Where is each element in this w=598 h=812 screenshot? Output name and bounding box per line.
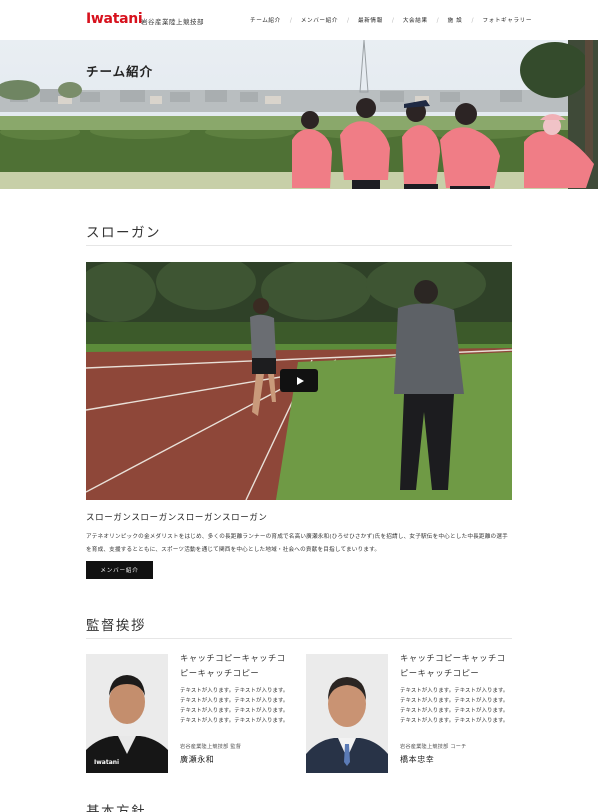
slogan-heading: スローガン: [86, 225, 161, 241]
coach-photo: [306, 654, 388, 773]
nav-separator: /: [471, 16, 474, 24]
section-divider: [86, 245, 512, 246]
section-divider: [86, 638, 512, 639]
nav-gallery[interactable]: フォトギャラリー: [482, 16, 532, 24]
nav-separator: /: [391, 16, 394, 24]
head-coach-photo: Iwatani: [86, 654, 168, 773]
hero-banner: チーム紹介: [0, 40, 598, 189]
coach-name: 橋本忠幸: [400, 755, 435, 764]
greeting-heading: 監督挨拶: [86, 618, 146, 634]
svg-text:Iwatani: Iwatani: [94, 759, 119, 766]
nav-separator: /: [347, 16, 350, 24]
head-coach-name: 廣瀬永和: [180, 755, 215, 764]
nav-members[interactable]: メンバー紹介: [301, 16, 338, 24]
nav-news[interactable]: 最新情報: [358, 16, 383, 24]
video-play-button[interactable]: [280, 369, 318, 392]
head-coach-text: テキストが入ります。テキストが入ります。テキストが入ります。テキストが入ります。…: [180, 688, 289, 724]
coach-catchcopy: キャッチコピーキャッチコピーキャッチコピー: [400, 653, 506, 678]
main-nav: チーム紹介 / メンバー紹介 / 最新情報 / 大会結果 / 施 設 / フォト…: [250, 16, 532, 25]
member-intro-button[interactable]: メンバー紹介: [86, 561, 153, 579]
play-icon: [296, 376, 304, 385]
coach-text: テキストが入ります。テキストが入ります。テキストが入ります。テキストが入ります。…: [400, 688, 509, 724]
nav-separator: /: [436, 16, 439, 24]
site-header: Iwatani 岩谷産業陸上競技部 チーム紹介 / メンバー紹介 / 最新情報 …: [0, 0, 598, 40]
iwatani-logo[interactable]: Iwatani: [86, 11, 143, 27]
head-coach-catchcopy: キャッチコピーキャッチコピーキャッチコピー: [180, 653, 286, 678]
coach-role: 岩谷産業陸上競技部 コーチ: [400, 744, 467, 750]
nav-separator: /: [289, 16, 292, 24]
slogan-subheading: スローガンスローガンスローガンスローガン: [86, 513, 268, 523]
nav-facilities[interactable]: 施 設: [448, 16, 463, 24]
slogan-video[interactable]: [86, 262, 512, 500]
slogan-body: アテネオリンピックの金メダリストをはじめ、多くの長距離ランナーの育成で名高い廣瀬…: [86, 534, 508, 553]
logo-subtitle: 岩谷産業陸上競技部: [141, 18, 204, 26]
head-coach-role: 岩谷産業陸上競技部 監督: [180, 744, 242, 750]
policy-heading: 基本方針: [86, 804, 146, 812]
page-title: チーム紹介: [86, 64, 154, 79]
nav-results[interactable]: 大会結果: [403, 16, 428, 24]
nav-team[interactable]: チーム紹介: [250, 16, 281, 24]
